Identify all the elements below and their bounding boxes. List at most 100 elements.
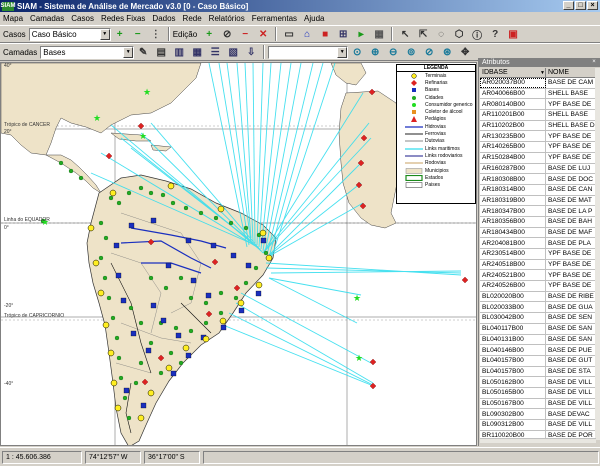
cell-idbase[interactable]: AR180434B00 xyxy=(480,227,546,238)
select-icon[interactable]: ⇱ xyxy=(416,27,430,41)
cell-nome[interactable]: BASE DE VILL xyxy=(546,377,596,387)
table-row[interactable]: BL050167B00 BASE DE VILL xyxy=(480,398,596,410)
cell-nome[interactable]: BASE DE STA xyxy=(546,366,596,377)
table-row[interactable]: AR140265B00 YPF BASE DE xyxy=(480,142,596,153)
cell-nome[interactable]: BASE DE CAN xyxy=(546,184,596,195)
cell-idbase[interactable]: AR180308B00 xyxy=(480,174,546,184)
polygon-select-icon[interactable]: ⬡ xyxy=(452,27,466,41)
info-icon[interactable]: ⓘ xyxy=(470,27,484,42)
table-row[interactable]: BL020033B00 BASE DE GUA xyxy=(480,302,596,314)
cell-nome[interactable]: BASE DE VILL xyxy=(546,387,596,398)
close-button[interactable]: × xyxy=(587,1,598,10)
casos-select[interactable]: Caso Básico ▼ xyxy=(28,27,111,41)
table-row[interactable]: BL090312B00 BASE DE VILL xyxy=(480,420,596,431)
table-row[interactable]: BL020020B00 BASE DE RIBE xyxy=(480,291,596,303)
lasso-icon[interactable]: ◌ xyxy=(434,27,448,41)
cell-nome[interactable]: BASE DE MAT xyxy=(546,195,596,206)
cell-idbase[interactable]: BL050162B00 xyxy=(480,377,546,387)
table-row[interactable]: BL040117B00 BASE DE SAN xyxy=(480,323,596,335)
column-header-nome[interactable]: NOME xyxy=(546,68,596,77)
table-row[interactable]: AR240526B00 YPF BASE DE xyxy=(480,281,596,292)
pointer-icon[interactable]: ↖ xyxy=(398,27,412,41)
cell-idbase[interactable]: AR240518B00 xyxy=(480,259,546,270)
network-icon[interactable]: ⊞ xyxy=(336,27,350,41)
ruler-icon[interactable]: ▭ xyxy=(282,27,296,41)
cell-idbase[interactable]: AR110201B00 xyxy=(480,110,546,120)
layer-list-icon[interactable]: ☰ xyxy=(208,45,222,59)
cell-idbase[interactable]: AR110202B00 xyxy=(480,120,546,131)
cell-idbase[interactable]: BL020033B00 xyxy=(480,302,546,313)
menu-camadas[interactable]: Camadas xyxy=(30,14,64,23)
cell-idbase[interactable]: BL040131B00 xyxy=(480,334,546,345)
route-icon[interactable]: ⌂ xyxy=(300,27,314,41)
vertical-scrollbar[interactable] xyxy=(595,68,600,440)
cell-nome[interactable]: BASE DE CAM xyxy=(546,78,596,88)
cell-idbase[interactable]: AR180356B00 xyxy=(480,216,546,227)
cell-idbase[interactable]: AR040066B00 xyxy=(480,88,546,99)
table-row[interactable]: AR230514B00 YPF BASE DE xyxy=(480,249,596,260)
cell-nome[interactable]: BASE DE VILL xyxy=(546,398,596,409)
minimize-button[interactable]: _ xyxy=(563,1,574,10)
zoom-layer-icon[interactable]: ⊙ xyxy=(350,45,364,59)
cell-nome[interactable]: SHELL BASE xyxy=(546,88,596,99)
cell-idbase[interactable]: AR204081B00 xyxy=(480,238,546,248)
table-row[interactable]: BL090302B00 BASE DEVAC xyxy=(480,409,596,420)
pan-icon[interactable]: ✥ xyxy=(458,45,472,59)
table-row[interactable]: AR160287B00 BASE DE LUJ xyxy=(480,163,596,175)
table-row[interactable]: AR180356B00 BASE DE BAH xyxy=(480,216,596,228)
cell-nome[interactable]: YPF BASE DE xyxy=(546,142,596,152)
table-row[interactable]: BL030042B00 BASE DE SEN xyxy=(480,313,596,324)
cell-idbase[interactable]: AR140265B00 xyxy=(480,142,546,152)
table-row[interactable]: AR130235B00 YPF BASE DE xyxy=(480,131,596,143)
run-icon[interactable]: ▸ xyxy=(354,27,368,41)
cell-nome[interactable]: YPF BASE DE xyxy=(546,281,596,291)
table-row[interactable]: AR150284B00 YPF BASE DE xyxy=(480,152,596,164)
table-row[interactable]: BL050162B00 BASE DE VILL xyxy=(480,377,596,388)
cell-nome[interactable]: BASE DE LUJ xyxy=(546,163,596,174)
cell-idbase[interactable]: BL040157B00 xyxy=(480,366,546,377)
layer-grid-icon[interactable]: ▦ xyxy=(190,45,204,59)
table-row[interactable]: BL040157B00 BASE DE STA xyxy=(480,366,596,378)
cell-nome[interactable]: YPF BASE DE xyxy=(546,259,596,270)
table-row[interactable]: BL040157B00 BASE DE GUT xyxy=(480,355,596,367)
table-row[interactable]: AR240518B00 YPF BASE DE xyxy=(480,259,596,271)
cell-idbase[interactable]: AR080140B00 xyxy=(480,99,546,110)
menu-casos[interactable]: Casos xyxy=(71,14,94,23)
cell-nome[interactable]: BASE DE PLA xyxy=(546,238,596,248)
cell-nome[interactable]: BASE DE SEN xyxy=(546,313,596,323)
zoom-previous-icon[interactable]: ⊘ xyxy=(422,45,436,59)
cell-nome[interactable]: SHELL BASE xyxy=(546,110,596,120)
zoom-extent-icon[interactable]: ⊚ xyxy=(404,45,418,59)
menu-ferramentas[interactable]: Ferramentas xyxy=(252,14,297,23)
zoom-in-icon[interactable]: ⊕ xyxy=(368,45,382,59)
layer-table-icon[interactable]: ▥ xyxy=(172,45,186,59)
column-header-idbase[interactable]: IDBASE ▼ xyxy=(480,68,546,77)
cell-idbase[interactable]: AR150284B00 xyxy=(480,152,546,163)
table-row[interactable]: AR080140B00 YPF BASE DE xyxy=(480,99,596,111)
cell-idbase[interactable]: AR180319B00 xyxy=(480,195,546,206)
menu-rede[interactable]: Rede xyxy=(183,14,202,23)
cell-nome[interactable]: YPF BASE DE xyxy=(546,131,596,142)
table-row[interactable]: AR204081B00 BASE DE PLA xyxy=(480,238,596,249)
help-icon[interactable]: ? xyxy=(488,27,502,41)
table-row[interactable]: AR180347B00 BASE DE LA P xyxy=(480,206,596,217)
table-row[interactable]: AR180319B00 BASE DE MAT xyxy=(480,195,596,207)
cell-nome[interactable]: YPF BASE DE xyxy=(546,99,596,110)
cell-idbase[interactable]: AR180314B00 xyxy=(480,184,546,195)
menu-redes-fixas[interactable]: Redes Fixas xyxy=(101,14,145,23)
layer-properties-icon[interactable]: ✎ xyxy=(136,45,150,59)
cell-nome[interactable]: SHELL BASE D xyxy=(546,120,596,131)
horizontal-scrollbar[interactable] xyxy=(480,438,596,443)
stop-icon[interactable]: ■ xyxy=(318,27,332,41)
cell-nome[interactable]: YPF BASE DE xyxy=(546,249,596,259)
close-edit-icon[interactable]: ✕ xyxy=(256,27,270,41)
cell-nome[interactable]: BASE DE MAF xyxy=(546,227,596,238)
table-row[interactable]: AR180314B00 BASE DE CAN xyxy=(480,184,596,196)
cell-nome[interactable]: BASE DE LA P xyxy=(546,206,596,216)
cell-idbase[interactable]: BL040157B00 xyxy=(480,355,546,366)
table-row[interactable]: AR040066B00 SHELL BASE xyxy=(480,88,596,100)
cell-idbase[interactable]: BL090302B00 xyxy=(480,409,546,419)
layer-style-icon[interactable]: ▤ xyxy=(154,45,168,59)
cell-nome[interactable]: BASE DE SAN xyxy=(546,334,596,345)
cell-nome[interactable]: BASE DE RIBE xyxy=(546,291,596,302)
